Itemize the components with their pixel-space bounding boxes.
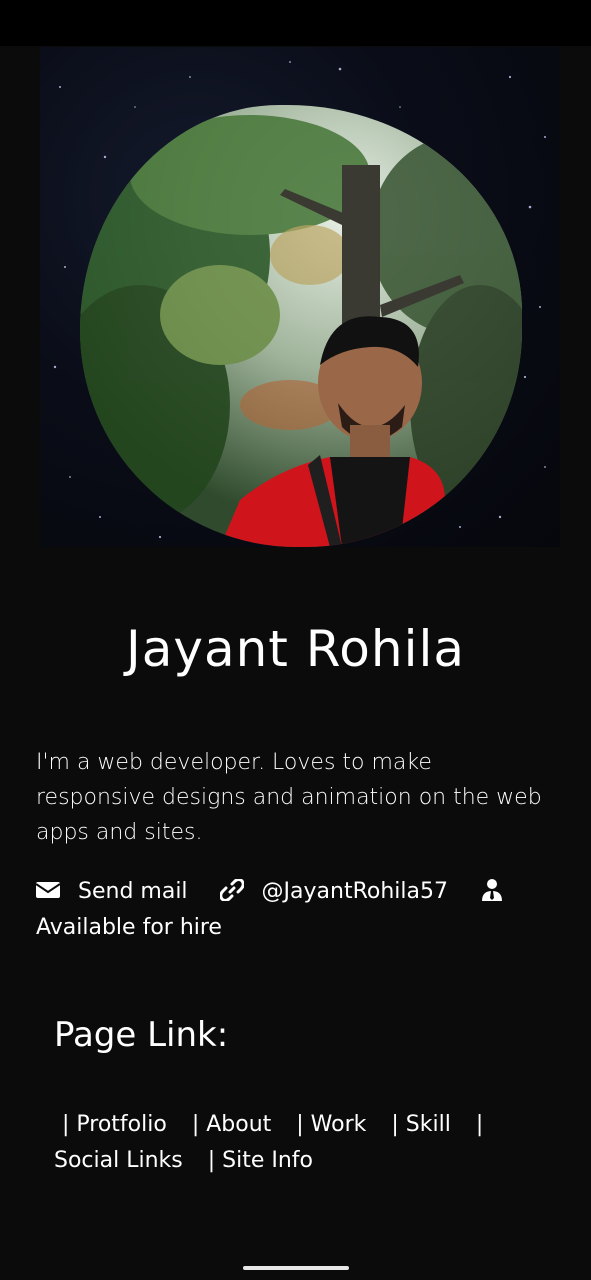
availability-text: Available for hire (36, 915, 222, 940)
profile-bio: I'm a web developer. Loves to make respo… (36, 750, 542, 845)
nav-link-portfolio[interactable]: | Protfolio (62, 1112, 167, 1137)
profile-name: Jayant Rohila (125, 620, 465, 678)
page-link-heading: Page Link: (54, 1015, 229, 1055)
page-links-nav: | Protfolio | About | Work | Skill | Soc… (54, 1107, 524, 1179)
social-handle-link[interactable]: @JayantRohila57 (262, 879, 448, 904)
status-bar (0, 0, 591, 46)
send-mail-link[interactable]: Send mail (78, 879, 188, 904)
nav-link-site-info[interactable]: | Site Info (208, 1148, 313, 1173)
nav-link-skill[interactable]: | Skill (391, 1112, 450, 1137)
contact-row: Send mail @JayantRohila57 Available for … (35, 874, 556, 946)
home-indicator[interactable] (243, 1266, 349, 1270)
nav-separator: | (475, 1112, 484, 1137)
nav-link-social-links[interactable]: Social Links (54, 1148, 183, 1173)
envelope-icon (35, 877, 61, 899)
user-tie-icon (480, 877, 504, 901)
nav-link-about[interactable]: | About (192, 1112, 271, 1137)
profile-photo (80, 105, 522, 547)
nav-link-work[interactable]: | Work (296, 1112, 366, 1137)
link-icon (218, 877, 245, 902)
